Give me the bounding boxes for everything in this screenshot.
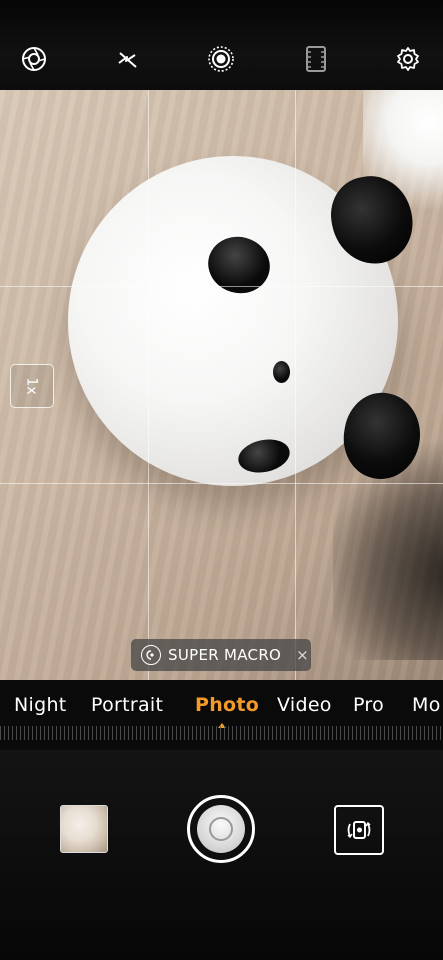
camera-viewfinder[interactable]: 1x [0, 90, 443, 680]
switch-camera-icon [347, 821, 371, 839]
zoom-button[interactable]: 1x [10, 364, 54, 408]
grid-line [0, 286, 443, 287]
ai-mode-icon[interactable] [206, 44, 236, 74]
zoom-label: 1x [23, 377, 40, 395]
shutter-core [209, 817, 233, 841]
filter-icon[interactable] [301, 44, 331, 74]
mode-portrait[interactable]: Portrait [91, 694, 163, 716]
mode-pro[interactable]: Pro [353, 694, 384, 716]
mode-photo[interactable]: Photo [195, 694, 259, 716]
switch-camera-button[interactable] [334, 805, 384, 855]
mode-night[interactable]: Night [14, 694, 67, 716]
flash-off-icon[interactable] [113, 44, 143, 74]
super-macro-badge[interactable]: SUPER MACRO × [131, 639, 311, 671]
grid-line [148, 90, 149, 680]
zoom-tick-scale[interactable] [0, 726, 443, 740]
macro-icon [141, 645, 161, 665]
mode-more[interactable]: Mo [412, 694, 441, 716]
close-icon[interactable]: × [296, 646, 309, 664]
grid-line [295, 90, 296, 680]
shutter-inner [197, 805, 245, 853]
top-bar [0, 0, 443, 90]
panda-nose [273, 361, 290, 383]
mode-video[interactable]: Video [277, 694, 332, 716]
gallery-thumbnail[interactable] [60, 805, 108, 853]
grid-line [0, 483, 443, 484]
settings-icon[interactable] [393, 44, 423, 74]
shutter-button[interactable] [187, 795, 255, 863]
aperture-icon[interactable] [19, 44, 49, 74]
super-macro-label: SUPER MACRO [168, 646, 282, 664]
